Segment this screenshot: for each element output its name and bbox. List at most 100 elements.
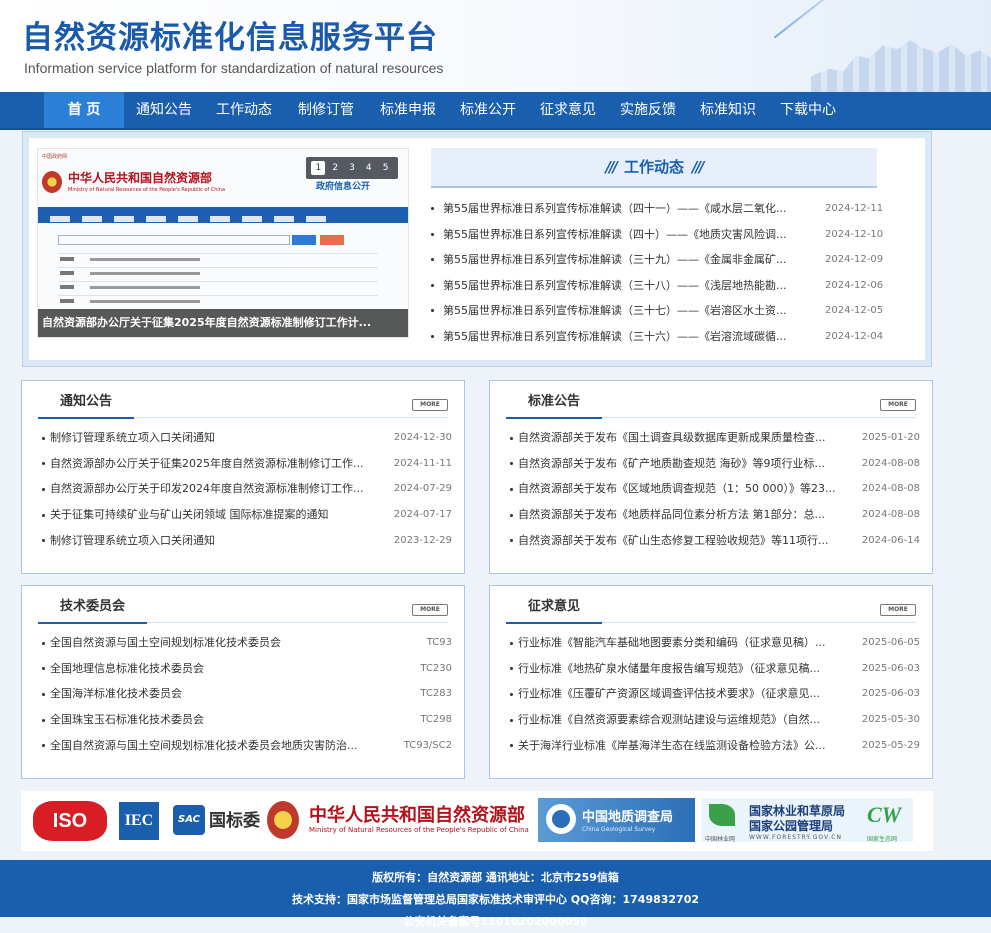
list-item[interactable]: 全国自然资源与国土空间规划标准化技术委员会 TC93 <box>42 630 452 656</box>
iso-logo[interactable]: ISO <box>33 801 107 841</box>
top-panel: 中国政府网 中华人民共和国自然资源部 Ministry of Natural R… <box>22 131 932 367</box>
list-item[interactable]: 行业标准《地热矿泉水储量年度报告编写规范》（征求意见稿... 2025-06-03 <box>510 656 920 682</box>
item-title[interactable]: 自然资源部关于发布《矿山生态修复工程验收规范》等11项行... <box>518 528 840 554</box>
cgs-logo[interactable]: 中国地质调查局 China Geological Survey <box>538 798 695 842</box>
committees-more-button[interactable]: MORE <box>412 604 448 616</box>
nav-item-standard-application[interactable]: 标准申报 <box>368 92 448 128</box>
item-title[interactable]: 全国自然资源与国土空间规划标准化技术委员会 <box>50 630 372 656</box>
committees-title[interactable]: 技术委员会 <box>38 586 148 624</box>
item-date: 2025-05-30 <box>861 714 920 726</box>
nav-item-work-news[interactable]: 工作动态 <box>204 92 284 128</box>
list-item[interactable]: 关于海洋行业标准《岸基海洋生态在线监测设备检验方法》公... 2025-05-29 <box>510 733 920 759</box>
item-title[interactable]: 第55届世界标准日系列宣传标准解读（四十）——《地质灾害风险调... <box>443 222 803 248</box>
sac-logo[interactable]: SAC <box>173 805 205 835</box>
item-title[interactable]: 自然资源部办公厅关于征集2025年度自然资源标准制修订工作... <box>50 451 372 477</box>
list-item[interactable]: 第55届世界标准日系列宣传标准解读（三十七）——《岩溶区水土资... 2024-1… <box>431 298 917 324</box>
item-title[interactable]: 自然资源部关于发布《国土调查具级数据库更新成果质量检查... <box>518 425 840 451</box>
item-title[interactable]: 制修订管理系统立项入口关闭通知 <box>50 425 372 451</box>
item-title[interactable]: 第55届世界标准日系列宣传标准解读（三十九）——《金属非金属矿... <box>443 247 803 273</box>
list-item[interactable]: 行业标准《压覆矿产资源区域调查评估技术要求》（征求意见... 2025-06-03 <box>510 681 920 707</box>
item-title[interactable]: 全国地理信息标准化技术委员会 <box>50 656 372 682</box>
item-title[interactable]: 制修订管理系统立项入口关闭通知 <box>50 528 372 554</box>
site-title[interactable]: 自然资源标准化信息服务平台 <box>22 12 438 57</box>
item-title[interactable]: 自然资源部办公厅关于印发2024年度自然资源标准制修订工作... <box>50 476 372 502</box>
nav-item-revision-management[interactable]: 制修订管理 <box>284 92 368 154</box>
standards-more-button[interactable]: MORE <box>880 399 916 411</box>
list-item[interactable]: 自然资源部关于发布《国土调查具级数据库更新成果质量检查... 2025-01-20 <box>510 425 920 451</box>
standards-title[interactable]: 标准公告 <box>506 381 603 419</box>
item-title[interactable]: 全国自然资源与国土空间规划标准化技术委员会地质灾害防治... <box>50 733 372 759</box>
list-item[interactable]: 全国自然资源与国土空间规划标准化技术委员会地质灾害防治... TC93/SC2 <box>42 733 452 759</box>
item-date: 2024-12-30 <box>393 432 452 443</box>
forestry-logo[interactable]: 国家林业和草原局 国家公园管理局 中国林业网 WWW.FORESTRY.GOV.… <box>701 798 913 843</box>
item-title[interactable]: 行业标准《自然资源要素综合观测站建设与运维规范》（自然... <box>518 707 840 733</box>
list-item[interactable]: 制修订管理系统立项入口关闭通知 2024-12-30 <box>42 425 452 451</box>
footer-support: 技术支持：国家市场监督管理总局国家标准技术审评中心 QQ咨询：174983270… <box>291 893 700 906</box>
item-title[interactable]: 自然资源部关于发布《区域地质调查规范（1：50 000）》等23... <box>518 476 840 502</box>
item-date: 2024-07-17 <box>393 509 452 521</box>
item-code: TC298 <box>420 714 452 726</box>
news-slideshow[interactable]: 中国政府网 中华人民共和国自然资源部 Ministry of Natural R… <box>37 148 409 338</box>
list-item[interactable]: 第55届世界标准日系列宣传标准解读（四十一）——《咸水层二氧化... 2024-1… <box>431 196 917 222</box>
list-item[interactable]: 自然资源部关于发布《地质样品同位素分析方法 第1部分：总... 2024-08-0… <box>510 502 920 528</box>
cgs-logo-text-en: China Geological Survey <box>582 826 656 833</box>
work-news-title[interactable]: 工作动态 <box>624 158 684 176</box>
item-date: 2024-12-05 <box>825 305 884 316</box>
list-item[interactable]: 第55届世界标准日系列宣传标准解读（三十六）——《岩溶流域碳循... 2024-1… <box>431 324 917 350</box>
item-code: TC93 <box>426 637 452 648</box>
item-date: 2025-06-05 <box>861 637 920 648</box>
list-item[interactable]: 自然资源部办公厅关于征集2025年度自然资源标准制修订工作... 2024-11-… <box>42 451 452 477</box>
list-item[interactable]: 第55届世界标准日系列宣传标准解读（三十八）——《浅层地热能勘... 2024-1… <box>431 273 917 299</box>
nav-item-opinions[interactable]: 征求意见 <box>528 92 608 128</box>
item-title[interactable]: 第55届世界标准日系列宣传标准解读（三十八）——《浅层地热能勘... <box>443 273 803 299</box>
slide-caption[interactable]: 自然资源部办公厅关于征集2025年度自然资源标准制修订工作计... <box>38 309 408 337</box>
slide-page-5[interactable]: 5 <box>379 161 393 175</box>
list-item[interactable]: 全国珠宝玉石标准化技术委员会 TC298 <box>42 707 452 733</box>
item-title[interactable]: 第55届世界标准日系列宣传标准解读（四十一）——《咸水层二氧化... <box>443 196 803 222</box>
item-title[interactable]: 全国海洋标准化技术委员会 <box>50 681 372 707</box>
item-title[interactable]: 行业标准《压覆矿产资源区域调查评估技术要求》（征求意见... <box>518 681 840 707</box>
list-item[interactable]: 第55届世界标准日系列宣传标准解读（三十九）——《金属非金属矿... 2024-1… <box>431 247 917 273</box>
item-title[interactable]: 第55届世界标准日系列宣传标准解读（三十六）——《岩溶流域碳循... <box>443 324 803 350</box>
item-title[interactable]: 自然资源部关于发布《地质样品同位素分析方法 第1部分：总... <box>518 502 840 528</box>
iec-logo[interactable]: IEC <box>119 802 159 840</box>
item-title[interactable]: 关于征集可持续矿业与矿山关闭领域 国际标准提案的通知 <box>50 502 372 528</box>
notices-title[interactable]: 通知公告 <box>38 381 135 419</box>
notices-more-button[interactable]: MORE <box>412 399 448 411</box>
national-emblem-icon[interactable] <box>267 801 299 839</box>
list-item[interactable]: 自然资源部关于发布《矿山生态修复工程验收规范》等11项行... 2024-06-1… <box>510 528 920 554</box>
slide-page-1[interactable]: 1 <box>311 161 326 175</box>
list-item[interactable]: 全国地理信息标准化技术委员会 TC230 <box>42 656 452 682</box>
nav-item-home[interactable]: 首 页 <box>44 92 124 128</box>
opinions-more-button[interactable]: MORE <box>880 604 916 616</box>
list-item[interactable]: 制修订管理系统立项入口关闭通知 2023-12-29 <box>42 528 452 554</box>
list-item[interactable]: 行业标准《智能汽车基础地图要素分类和编码（征求意见稿）... 2025-06-05 <box>510 630 920 656</box>
list-item[interactable]: 第55届世界标准日系列宣传标准解读（四十）——《地质灾害风险调... 2024-1… <box>431 222 917 248</box>
nav-item-notices[interactable]: 通知公告 <box>124 92 204 128</box>
eco-network-label: 国家生态网 <box>867 836 898 843</box>
list-item[interactable]: 行业标准《自然资源要素综合观测站建设与运维规范》（自然... 2025-05-30 <box>510 707 920 733</box>
nav-item-downloads[interactable]: 下载中心 <box>768 92 848 128</box>
forestry-site-label: 中国林业网 <box>705 836 736 843</box>
nav-item-feedback[interactable]: 实施反馈 <box>608 92 688 128</box>
item-title[interactable]: 第55届世界标准日系列宣传标准解读（三十七）——《岩溶区水土资... <box>443 298 803 324</box>
item-title[interactable]: 行业标准《地热矿泉水储量年度报告编写规范》（征求意见稿... <box>518 656 840 682</box>
slide-page-2[interactable]: 2 <box>328 161 342 175</box>
item-title[interactable]: 行业标准《智能汽车基础地图要素分类和编码（征求意见稿）... <box>518 630 840 656</box>
slide-page-4[interactable]: 4 <box>362 161 376 175</box>
nav-item-knowledge[interactable]: 标准知识 <box>688 92 768 128</box>
item-title[interactable]: 自然资源部关于发布《矿产地质勘查规范 海砂》等9项行业标... <box>518 451 840 477</box>
sac-logo-text[interactable]: 国标委 <box>209 807 260 851</box>
item-title[interactable]: 关于海洋行业标准《岸基海洋生态在线监测设备检验方法》公... <box>518 733 840 759</box>
list-item[interactable]: 自然资源部关于发布《区域地质调查规范（1：50 000）》等23... 2024-… <box>510 476 920 502</box>
opinions-title[interactable]: 征求意见 <box>506 586 603 624</box>
nav-item-standard-publication[interactable]: 标准公开 <box>448 92 528 128</box>
list-item[interactable]: 关于征集可持续矿业与矿山关闭领域 国际标准提案的通知 2024-07-17 <box>42 502 452 528</box>
slide-page-3[interactable]: 3 <box>345 161 359 175</box>
list-item[interactable]: 自然资源部办公厅关于印发2024年度自然资源标准制修订工作... 2024-07-… <box>42 476 452 502</box>
item-title[interactable]: 全国珠宝玉石标准化技术委员会 <box>50 707 372 733</box>
list-item[interactable]: 自然资源部关于发布《矿产地质勘查规范 海砂》等9项行业标... 2024-08-0… <box>510 451 920 477</box>
cgs-emblem-icon <box>546 804 576 834</box>
forestry-url: WWW.FORESTRY.GOV.CN <box>749 834 842 841</box>
list-item[interactable]: 全国海洋标准化技术委员会 TC283 <box>42 681 452 707</box>
